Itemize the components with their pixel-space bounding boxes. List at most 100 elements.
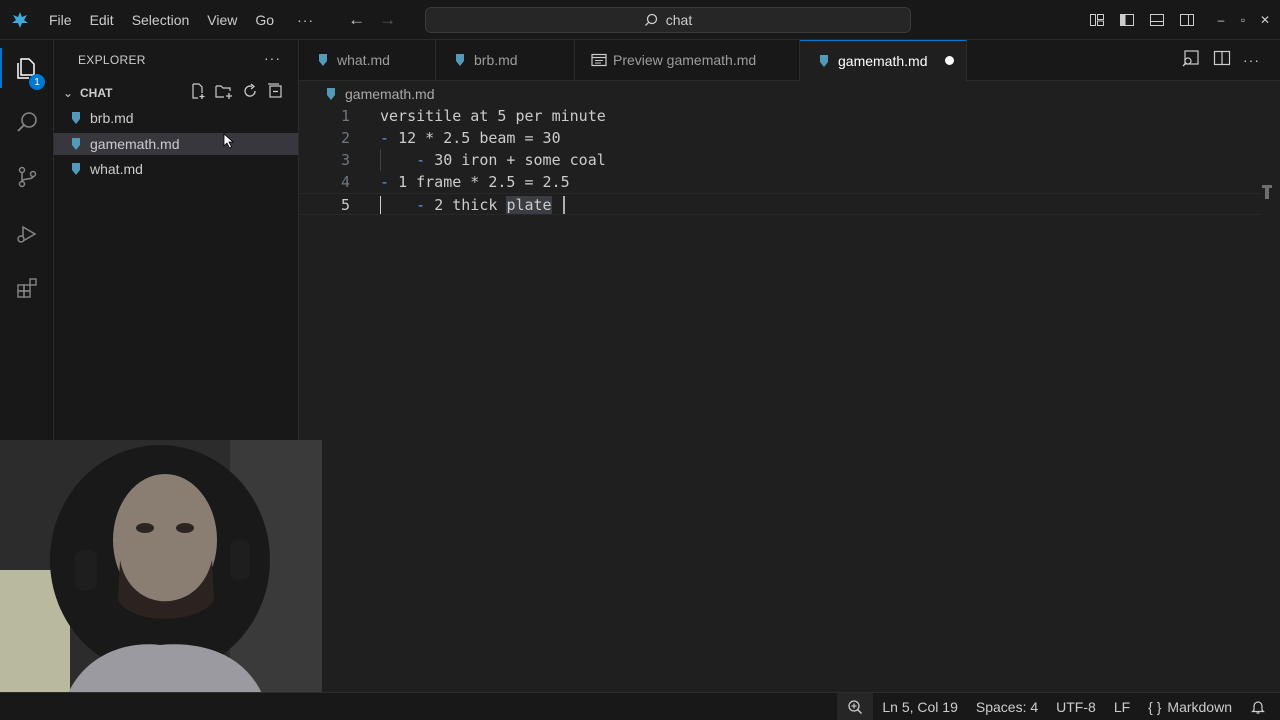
notifications-bell-icon[interactable]: [1241, 693, 1280, 720]
tab-label: brb.md: [474, 52, 518, 68]
text-selection: plate: [506, 196, 552, 214]
file-item-gamemath[interactable]: gamemath.md: [54, 133, 298, 155]
markdown-file-icon: [68, 136, 84, 152]
title-bar: File Edit Selection View Go ··· ← → chat…: [0, 0, 1280, 40]
editor-line: 4 - 1 frame * 2.5 = 2.5: [299, 171, 1261, 193]
new-folder-icon[interactable]: [214, 82, 234, 105]
line-content: - 2 thick plate: [416, 196, 552, 214]
menu-bar: File Edit Selection View Go ···: [40, 0, 328, 40]
tab-label: what.md: [337, 52, 390, 68]
sidebar-more-button[interactable]: ···: [264, 50, 281, 66]
line-number: 5: [340, 196, 350, 214]
toggle-secondary-sidebar-icon[interactable]: [1172, 0, 1202, 40]
toggle-panel-icon[interactable]: [1142, 0, 1172, 40]
refresh-icon[interactable]: [241, 82, 259, 105]
line-number: 4: [340, 173, 350, 191]
line-content: - 30 iron + some coal: [416, 151, 606, 169]
search-icon[interactable]: [0, 98, 54, 146]
new-file-icon[interactable]: [189, 82, 207, 105]
navigation-arrows: ← →: [348, 10, 396, 30]
code-editor[interactable]: 1 versitile at 5 per minute 2 - 12 * 2.5…: [299, 105, 1280, 692]
language-mode[interactable]: { } Markdown: [1139, 693, 1241, 720]
editor-line-current: 5 - 2 thick plate: [299, 193, 1261, 215]
close-icon[interactable]: ✕: [1254, 0, 1276, 40]
end-of-line[interactable]: LF: [1105, 693, 1139, 720]
editor-line: 3 - 30 iron + some coal: [299, 149, 1261, 171]
indent-guide: [380, 149, 381, 171]
line-content: - 1 frame * 2.5 = 2.5: [380, 173, 570, 191]
menu-file[interactable]: File: [40, 0, 81, 40]
webcam-person-image: [0, 440, 322, 720]
open-preview-to-side-icon[interactable]: [1181, 49, 1201, 72]
indent-guide-active: [380, 196, 381, 214]
minimize-icon[interactable]: –: [1210, 0, 1232, 40]
cursor-position[interactable]: Ln 5, Col 19: [873, 693, 967, 720]
file-name: brb.md: [90, 110, 134, 126]
chat-folder-header[interactable]: ⌄ CHAT: [54, 82, 298, 104]
source-control-icon[interactable]: [0, 153, 54, 201]
editor-tab-bar: what.md brb.md Preview gamemath.md gamem…: [299, 40, 1280, 81]
back-arrow-icon[interactable]: ←: [348, 10, 365, 30]
command-center-text: chat: [665, 12, 693, 28]
preview-icon: [591, 52, 607, 68]
line-content: versitile at 5 per minute: [380, 107, 606, 125]
collapse-all-icon[interactable]: [266, 82, 284, 105]
unsaved-dot-icon[interactable]: [945, 56, 954, 65]
explorer-badge: 1: [29, 74, 45, 90]
split-editor-icon[interactable]: [1213, 49, 1231, 72]
menu-view[interactable]: View: [198, 0, 246, 40]
maximize-icon[interactable]: ▫: [1232, 0, 1254, 40]
breadcrumb-file: gamemath.md: [345, 86, 435, 102]
scrollbar-cursor-marker[interactable]: [1262, 185, 1272, 199]
editor-more-button[interactable]: ···: [1243, 52, 1260, 68]
zoom-icon[interactable]: [837, 693, 874, 720]
line-number: 3: [340, 151, 350, 169]
file-item-what[interactable]: what.md: [54, 158, 298, 180]
tab-preview-gamemath[interactable]: Preview gamemath.md: [575, 40, 800, 80]
markdown-file-icon: [315, 52, 331, 68]
language-label: Markdown: [1167, 699, 1232, 715]
markdown-file-icon: [452, 52, 468, 68]
menu-go[interactable]: Go: [246, 0, 283, 40]
tab-label: Preview gamemath.md: [613, 52, 757, 68]
run-and-debug-icon[interactable]: [0, 210, 54, 258]
customize-layout-icon[interactable]: [1082, 0, 1112, 40]
folder-actions: [189, 82, 284, 104]
breadcrumb[interactable]: gamemath.md: [323, 84, 434, 104]
file-name: what.md: [90, 161, 143, 177]
markdown-file-icon: [68, 110, 84, 126]
status-bar: Ln 5, Col 19 Spaces: 4 UTF-8 LF { } Mark…: [0, 692, 1280, 720]
extensions-icon[interactable]: [0, 264, 54, 312]
line-number: 2: [340, 129, 350, 147]
toggle-primary-sidebar-icon[interactable]: [1112, 0, 1142, 40]
markdown-file-icon: [323, 86, 339, 102]
markdown-file-icon: [68, 161, 84, 177]
search-icon: [644, 13, 657, 26]
tab-brb-md[interactable]: brb.md: [436, 40, 575, 80]
indentation-setting[interactable]: Spaces: 4: [967, 693, 1047, 720]
file-name: gamemath.md: [90, 136, 180, 152]
file-item-brb[interactable]: brb.md: [54, 107, 298, 129]
line-number: 1: [340, 107, 350, 125]
mouse-cursor-icon: [223, 133, 235, 152]
webcam-overlay: [0, 440, 322, 720]
tab-what-md[interactable]: what.md: [299, 40, 436, 80]
editor-line: 2 - 12 * 2.5 beam = 30: [299, 127, 1261, 149]
folder-name: CHAT: [80, 86, 113, 100]
menu-edit[interactable]: Edit: [81, 0, 123, 40]
command-center-search[interactable]: chat: [425, 7, 911, 33]
menu-selection[interactable]: Selection: [123, 0, 199, 40]
line-content: - 12 * 2.5 beam = 30: [380, 129, 561, 147]
forward-arrow-icon[interactable]: →: [379, 10, 396, 30]
status-bar-right: Ln 5, Col 19 Spaces: 4 UTF-8 LF { } Mark…: [837, 693, 1280, 720]
menu-more-button[interactable]: ···: [283, 0, 328, 40]
explorer-icon[interactable]: 1: [0, 44, 54, 92]
tab-gamemath-md[interactable]: gamemath.md: [800, 40, 967, 81]
file-encoding[interactable]: UTF-8: [1047, 693, 1105, 720]
editor-actions: ···: [1181, 40, 1260, 80]
markdown-file-icon: [816, 53, 832, 69]
tab-label: gamemath.md: [838, 53, 928, 69]
title-bar-controls: – ▫ ✕: [1082, 0, 1280, 40]
vscodium-logo-icon: [0, 0, 40, 40]
sidebar-title: EXPLORER: [78, 53, 146, 67]
